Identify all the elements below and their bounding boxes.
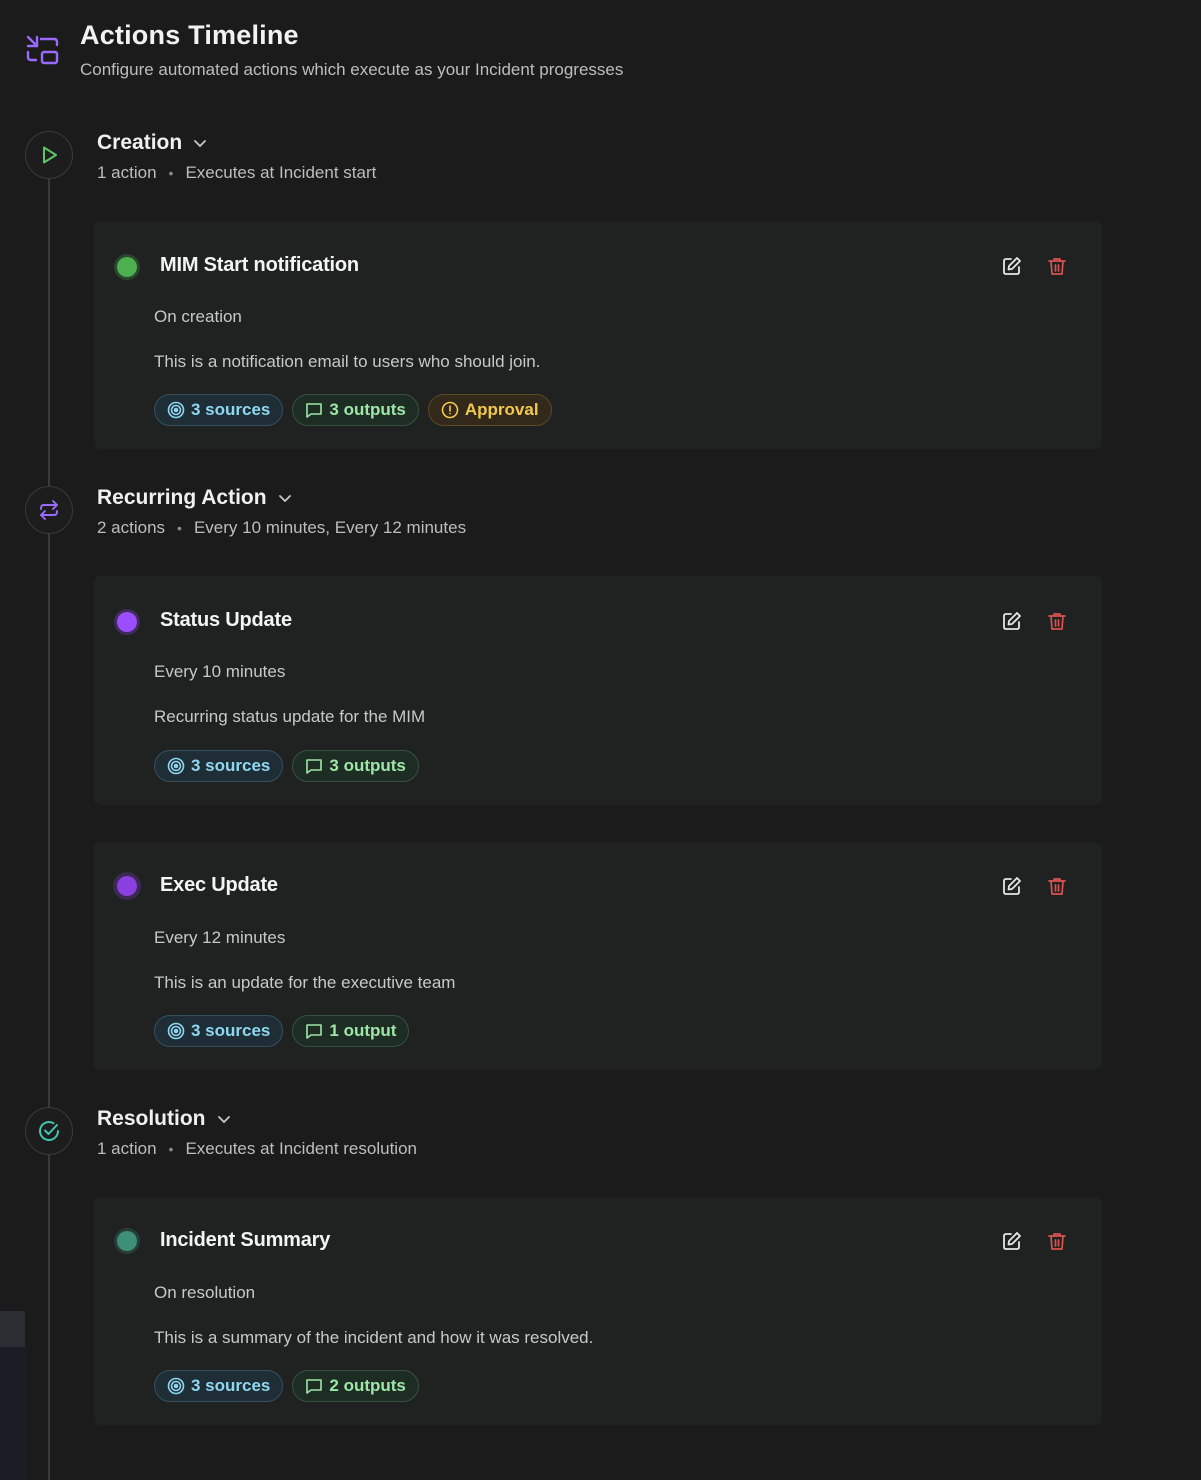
action-description: This is a summary of the incident and ho…	[154, 1328, 594, 1347]
page-title: Actions Timeline	[80, 20, 299, 50]
check-circle-icon	[39, 1121, 59, 1141]
separator-dot: •	[168, 1141, 174, 1157]
action-description: Recurring status update for the MIM	[154, 707, 426, 726]
badge-row: 3 sources 2 outputs	[154, 1370, 419, 1402]
target-icon	[167, 401, 185, 419]
chevron-down-icon[interactable]	[277, 490, 293, 506]
action-card[interactable]: Incident Summary On resolution This is a…	[94, 1197, 1102, 1425]
action-card[interactable]: Status Update Every 10 minutes Recurring…	[94, 576, 1102, 805]
stage-resolution-meta: 1 action • Executes at Incident resoluti…	[97, 1139, 417, 1159]
sources-badge[interactable]: 3 sources	[154, 1015, 284, 1047]
repeat-icon	[40, 500, 58, 520]
alert-circle-icon	[441, 401, 459, 419]
status-dot	[117, 1231, 137, 1251]
edit-button[interactable]	[1001, 255, 1023, 277]
timeline-line	[48, 178, 50, 1480]
message-icon	[306, 1379, 323, 1394]
action-trigger: On resolution	[154, 1283, 256, 1302]
stage-resolution-marker	[25, 1107, 73, 1155]
separator-dot: •	[168, 165, 174, 181]
stage-title: Creation	[97, 131, 183, 154]
action-trigger: Every 12 minutes	[154, 928, 286, 947]
outputs-badge[interactable]: 2 outputs	[292, 1370, 419, 1402]
stage-action-count: 1 action	[97, 1139, 157, 1158]
stage-schedule: Executes at Incident start	[185, 163, 377, 182]
stage-action-count: 2 actions	[97, 518, 166, 537]
status-dot	[117, 612, 137, 632]
status-dot	[117, 876, 137, 896]
outputs-badge[interactable]: 3 outputs	[292, 394, 419, 426]
delete-button[interactable]	[1046, 610, 1068, 632]
badge-row: 3 sources 3 outputs Approval	[154, 394, 552, 426]
approval-badge[interactable]: Approval	[427, 394, 552, 426]
edit-button[interactable]	[1001, 1230, 1023, 1252]
outputs-badge[interactable]: 1 output	[292, 1015, 410, 1047]
stage-creation-meta: 1 action • Executes at Incident start	[97, 163, 376, 183]
trash-icon	[1048, 613, 1066, 630]
stage-title: Recurring Action	[97, 486, 267, 509]
separator-dot: •	[177, 520, 182, 536]
stage-title: Resolution	[97, 1107, 206, 1130]
page-subtitle: Configure automated actions which execut…	[80, 60, 624, 79]
chevron-down-icon[interactable]	[216, 1111, 232, 1127]
action-trigger: On creation	[154, 307, 242, 326]
stage-resolution-header[interactable]: Resolution	[97, 1107, 232, 1131]
stage-schedule: Executes at Incident resolution	[185, 1139, 417, 1158]
delete-button[interactable]	[1046, 255, 1068, 277]
edit-icon	[1003, 877, 1021, 895]
sources-badge[interactable]: 3 sources	[154, 1370, 284, 1402]
stage-action-count: 1 action	[97, 163, 157, 182]
play-icon	[43, 146, 57, 164]
message-icon	[306, 1024, 323, 1039]
card-actions	[1001, 610, 1068, 632]
card-actions	[1001, 255, 1068, 277]
trash-icon	[1048, 1233, 1066, 1250]
message-icon	[306, 403, 323, 418]
badge-row: 3 sources 3 outputs	[154, 750, 419, 782]
action-title: Status Update	[160, 609, 292, 631]
outputs-badge[interactable]: 3 outputs	[292, 750, 419, 782]
action-trigger: Every 10 minutes	[154, 662, 286, 681]
action-card[interactable]: Exec Update Every 12 minutes This is an …	[94, 842, 1102, 1070]
edge-panel-lower	[0, 1347, 25, 1480]
chevron-down-icon[interactable]	[192, 135, 208, 151]
card-actions	[1001, 1230, 1068, 1252]
delete-button[interactable]	[1046, 1230, 1068, 1252]
stage-recurring-marker	[25, 486, 73, 534]
edge-panel	[0, 1311, 25, 1347]
card-actions	[1001, 875, 1068, 897]
stage-recurring-header[interactable]: Recurring Action	[97, 486, 293, 510]
status-dot	[117, 257, 137, 277]
stage-recurring-meta: 2 actions • Every 10 minutes, Every 12 m…	[97, 518, 466, 538]
action-title: MIM Start notification	[160, 254, 359, 276]
target-icon	[167, 1022, 185, 1040]
action-title: Exec Update	[160, 874, 278, 896]
action-card[interactable]: MIM Start notification On creation This …	[94, 221, 1102, 449]
message-icon	[306, 759, 323, 774]
sources-badge[interactable]: 3 sources	[154, 394, 284, 426]
sources-badge[interactable]: 3 sources	[154, 750, 284, 782]
action-description: This is a notification email to users wh…	[154, 352, 541, 371]
stage-creation-marker	[25, 131, 73, 179]
stage-schedule: Every 10 minutes, Every 12 minutes	[193, 518, 467, 537]
swap-boxes-icon	[24, 33, 62, 67]
target-icon	[167, 757, 185, 775]
action-description: This is an update for the executive team	[154, 973, 456, 992]
stage-creation-header[interactable]: Creation	[97, 131, 208, 155]
actions-timeline-page: Actions Timeline Configure automated act…	[0, 0, 1201, 1480]
badge-row: 3 sources 1 output	[154, 1015, 410, 1047]
target-icon	[167, 1377, 185, 1395]
trash-icon	[1048, 878, 1066, 895]
edit-icon	[1003, 1232, 1021, 1250]
edit-button[interactable]	[1001, 610, 1023, 632]
edit-icon	[1003, 257, 1021, 275]
action-title: Incident Summary	[160, 1229, 331, 1251]
edit-icon	[1003, 612, 1021, 630]
delete-button[interactable]	[1046, 875, 1068, 897]
trash-icon	[1048, 258, 1066, 275]
edit-button[interactable]	[1001, 875, 1023, 897]
